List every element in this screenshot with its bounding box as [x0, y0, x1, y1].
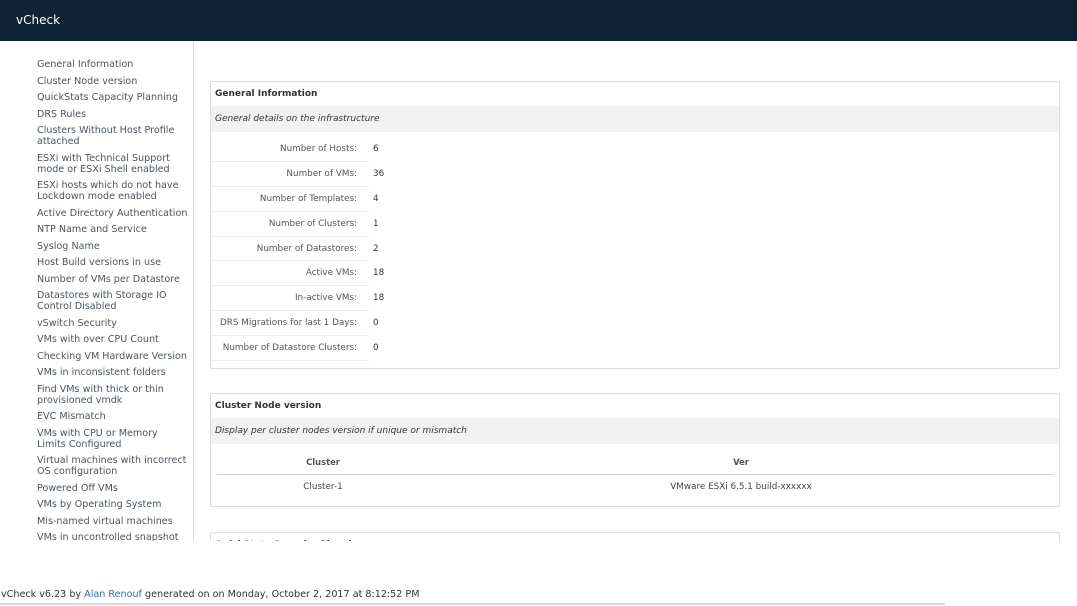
- info-value: 6: [373, 144, 379, 155]
- general-information-panel: General Information General details on t…: [210, 81, 1060, 369]
- sidebar-item[interactable]: Checking VM Hardware Version: [37, 351, 189, 362]
- cluster-cell: Cluster-1: [303, 481, 343, 492]
- info-label: Number of Clusters:: [211, 211, 369, 237]
- column-header-ver: Ver: [429, 450, 1053, 475]
- app-title: vCheck: [16, 13, 61, 27]
- info-label: In-active VMs:: [211, 285, 369, 312]
- panel-description: General details on the infrastructure: [211, 106, 1059, 132]
- info-value: 36: [373, 169, 385, 180]
- table-row: Active VMs: 18: [211, 260, 409, 287]
- sidebar-item[interactable]: Cluster Node version: [37, 76, 189, 87]
- horizontal-scrollbar[interactable]: [0, 603, 945, 605]
- info-label: Number of Datastore Clusters:: [211, 335, 369, 361]
- table-row: Number of Templates: 4: [211, 186, 409, 212]
- panel-title: QuickStats Capacity Planning: [211, 533, 1059, 541]
- sidebar-item[interactable]: General Information: [37, 59, 189, 70]
- sidebar-item[interactable]: Mis-named virtual machines: [37, 516, 189, 527]
- sidebar-item[interactable]: VMs by Operating System: [37, 499, 189, 510]
- info-value: 0: [373, 317, 379, 328]
- main-content[interactable]: General Information General details on t…: [194, 41, 1077, 541]
- sidebar-item[interactable]: Clusters Without Host Profile attached: [37, 125, 189, 147]
- table-row: Number of Datastores: 2: [211, 236, 409, 262]
- info-value: 4: [373, 193, 379, 204]
- top-bar: vCheck: [0, 0, 1077, 41]
- table-row: Cluster-1 VMware ESXi 6.5.1 build-xxxxxx: [217, 474, 1053, 499]
- sidebar-nav: General Information Cluster Node version Q…: [37, 59, 189, 541]
- sidebar-item[interactable]: VMs with over CPU Count: [37, 334, 189, 345]
- version-cell: VMware ESXi 6.5.1 build-xxxxxx: [670, 481, 812, 492]
- general-info-table: Number of Hosts: 6 Number of VMs: 36 Number …: [211, 137, 409, 361]
- table-row: DRS Migrations for last 1 Days: 0: [211, 310, 409, 336]
- sidebar-item[interactable]: QuickStats Capacity Planning: [37, 92, 189, 103]
- info-label: Number of Datastores:: [211, 236, 369, 262]
- footer-suffix: generated on on Monday, October 2, 2017 …: [141, 589, 420, 600]
- info-label: Number of Hosts:: [211, 137, 369, 163]
- author-link[interactable]: Alan Renouf: [84, 589, 142, 600]
- info-value: 1: [373, 218, 379, 229]
- panel-title: General Information: [215, 89, 318, 99]
- table-row: Number of VMs: 36: [211, 161, 409, 188]
- info-value: 0: [373, 342, 379, 353]
- info-label: Active VMs:: [211, 260, 369, 287]
- sidebar-item[interactable]: vSwitch Security: [37, 318, 189, 329]
- sidebar-item[interactable]: ESXi hosts which do not have Lockdown mo…: [37, 180, 189, 202]
- sidebar-item[interactable]: DRS Rules: [37, 109, 189, 120]
- sidebar-item[interactable]: VMs in inconsistent folders: [37, 367, 189, 378]
- table-header-row: Cluster Ver: [217, 450, 1053, 475]
- sidebar-item[interactable]: VMs in uncontrolled snapshot: [37, 532, 189, 541]
- sidebar-item[interactable]: Find VMs with thick or thin provisioned …: [37, 384, 189, 406]
- table-row: Number of Hosts: 6: [211, 137, 409, 163]
- table-row: Number of Datastore Clusters: 0: [211, 335, 409, 361]
- sidebar-item[interactable]: Powered Off VMs: [37, 483, 189, 494]
- info-label: Number of Templates:: [211, 186, 369, 212]
- footer-prefix: vCheck v6.23 by: [1, 589, 85, 600]
- table-row: In-active VMs: 18: [211, 285, 409, 312]
- sidebar-item[interactable]: Virtual machines with incorrect OS confi…: [37, 455, 189, 477]
- quickstats-panel: QuickStats Capacity Planning: [210, 532, 1060, 541]
- sidebar-item[interactable]: Number of VMs per Datastore: [37, 274, 189, 285]
- sidebar-item[interactable]: Syslog Name: [37, 241, 189, 252]
- panel-description: Display per cluster nodes version if uni…: [211, 418, 1059, 444]
- table-row: Number of Clusters: 1: [211, 211, 409, 237]
- panel-title: Cluster Node version: [215, 401, 322, 411]
- sidebar-item[interactable]: NTP Name and Service: [37, 224, 189, 235]
- sidebar-item[interactable]: Active Directory Authentication: [37, 208, 189, 219]
- sidebar-item[interactable]: Host Build versions in use: [37, 257, 189, 268]
- sidebar-item[interactable]: Datastores with Storage IO Control Disab…: [37, 290, 189, 312]
- info-label: DRS Migrations for last 1 Days:: [211, 310, 369, 336]
- sidebar-item[interactable]: ESXi with Technical Support mode or ESXi…: [37, 153, 189, 175]
- sidebar-item[interactable]: VMs with CPU or Memory Limits Configured: [37, 428, 189, 450]
- info-value: 2: [373, 243, 379, 254]
- info-value: 18: [373, 293, 385, 304]
- cluster-node-table: Cluster Ver Cluster-1 VMware ESXi 6.5.1 …: [217, 450, 1053, 499]
- column-header-cluster: Cluster: [217, 450, 429, 475]
- info-value: 18: [373, 268, 385, 279]
- sidebar-item[interactable]: EVC Mismatch: [37, 411, 189, 422]
- sidebar[interactable]: General Information Cluster Node version Q…: [0, 41, 194, 541]
- cluster-node-version-panel: Cluster Node version Display per cluster…: [210, 393, 1060, 507]
- info-label: Number of VMs:: [211, 161, 369, 188]
